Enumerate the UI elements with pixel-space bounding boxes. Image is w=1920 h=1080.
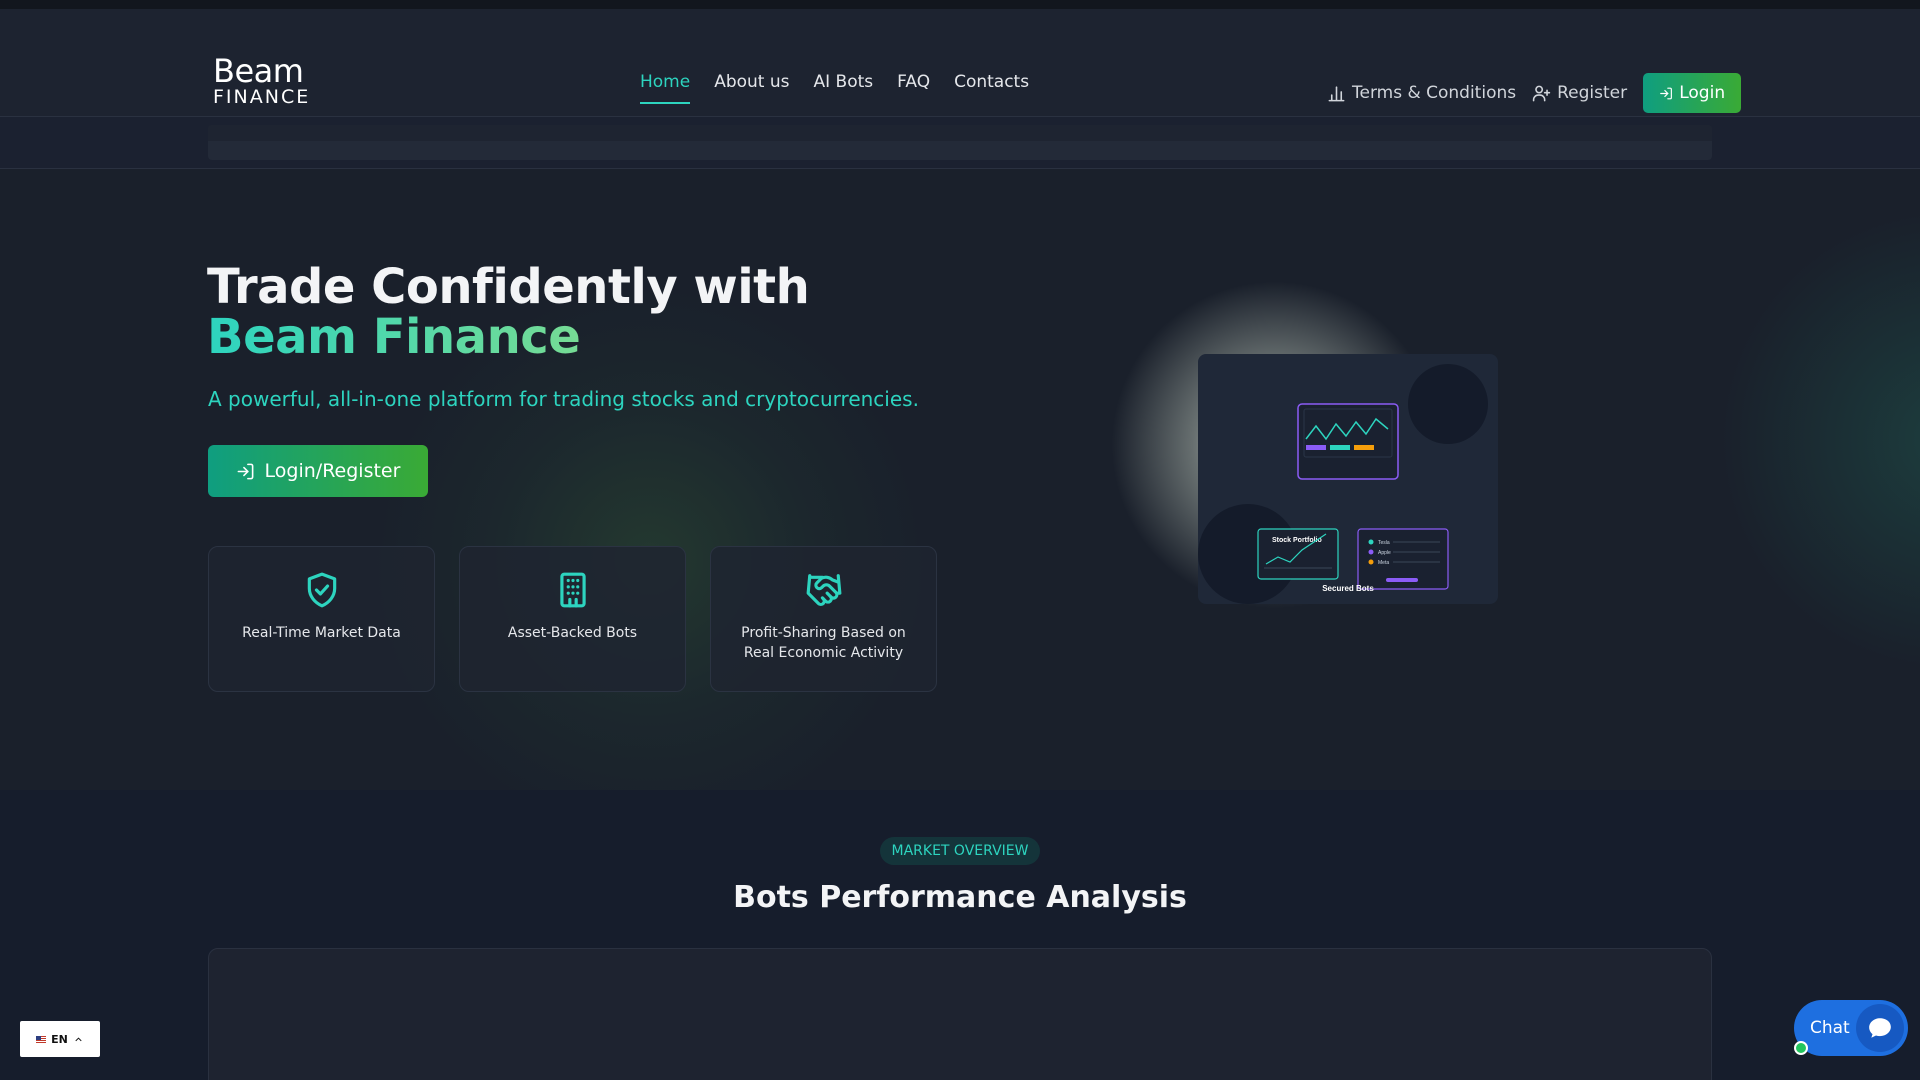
hero-section: Trade Confidently with Beam Finance A po… — [0, 170, 1920, 790]
login-button[interactable]: Login — [1643, 73, 1742, 113]
hero-title-line2: Beam Finance — [207, 312, 809, 362]
logo-wordmark-bottom: FINANCE — [213, 86, 311, 108]
handshake-icon — [806, 574, 841, 606]
hero-title-line1: Trade Confidently with — [207, 259, 810, 315]
nav-item-ai-bots[interactable]: AI Bots — [814, 72, 874, 104]
chat-label: Chat — [1810, 1018, 1850, 1038]
online-status-indicator — [1794, 1041, 1808, 1055]
feature-card-asset-backed-bots: Asset-Backed Bots — [459, 546, 686, 692]
nav-item-faq[interactable]: FAQ — [897, 72, 930, 104]
top-strip — [0, 0, 1920, 9]
feature-card-market-data: Real-Time Market Data — [208, 546, 435, 692]
secured-bots-label: Secured Bots — [1322, 584, 1374, 593]
shield-check-icon — [307, 572, 336, 608]
register-label: Register — [1557, 83, 1628, 103]
log-in-icon — [237, 463, 253, 479]
language-code: EN — [51, 1032, 68, 1046]
terms-label: Terms & Conditions — [1352, 83, 1517, 103]
sub-bar-section — [0, 117, 1920, 169]
chat-bubble-icon — [1856, 1004, 1904, 1052]
login-register-label: Login/Register — [264, 460, 401, 482]
list-item-tesla: Tesla — [1378, 540, 1390, 546]
performance-panel — [208, 948, 1712, 1080]
register-link[interactable]: Register — [1532, 83, 1627, 103]
nav-item-home[interactable]: Home — [640, 72, 691, 104]
stock-portfolio-label: Stock Portfolio — [1272, 537, 1322, 544]
user-plus-icon — [1532, 85, 1551, 101]
market-overview-badge: MARKET OVERVIEW — [880, 837, 1040, 865]
bar-chart-icon — [1328, 85, 1345, 101]
brand-logo[interactable]: Beam FINANCE — [213, 55, 313, 107]
chevron-up-icon — [75, 1036, 82, 1041]
header-actions: Terms & Conditions Register Login — [1327, 73, 1742, 113]
feature-label: Asset-Backed Bots — [507, 625, 638, 641]
main-nav: Home About us AI Bots FAQ Contacts — [640, 72, 1029, 104]
logo-wordmark-top: Beam — [213, 52, 304, 90]
building-icon — [559, 572, 586, 608]
hero-title: Trade Confidently with Beam Finance — [207, 259, 810, 362]
login-register-button[interactable]: Login/Register — [208, 445, 428, 497]
dashboard-illustration: Stock Portfolio Tesla Apple Meta Secured… — [1198, 354, 1498, 604]
list-item-apple: Apple — [1378, 550, 1391, 556]
feature-label: Profit-Sharing Based on Real Economic Ac… — [741, 625, 906, 661]
login-label: Login — [1679, 83, 1726, 103]
section-title: Bots Performance Analysis — [733, 880, 1187, 915]
ticker-bar — [208, 125, 1712, 160]
background-glow-right — [1700, 190, 1920, 690]
feature-label: Real-Time Market Data — [242, 625, 401, 641]
language-selector[interactable]: EN — [20, 1021, 100, 1057]
feature-card-profit-sharing: Profit-Sharing Based on Real Economic Ac… — [710, 546, 937, 692]
nav-item-about-us[interactable]: About us — [714, 72, 789, 104]
us-flag-icon — [36, 1035, 47, 1043]
market-overview-section: MARKET OVERVIEW Bots Performance Analysi… — [0, 790, 1920, 1080]
log-in-icon — [1660, 87, 1673, 99]
chat-button[interactable]: Chat — [1794, 1000, 1908, 1056]
site-header: Beam FINANCE Home About us AI Bots FAQ C… — [0, 9, 1920, 117]
nav-item-contacts[interactable]: Contacts — [954, 72, 1029, 104]
hero-subtitle: A powerful, all-in-one platform for trad… — [208, 387, 919, 411]
terms-link[interactable]: Terms & Conditions — [1327, 83, 1516, 103]
list-item-meta: Meta — [1378, 560, 1389, 566]
dashboard-illustration-graphic: Stock Portfolio Tesla Apple Meta Secured… — [1198, 364, 1488, 604]
